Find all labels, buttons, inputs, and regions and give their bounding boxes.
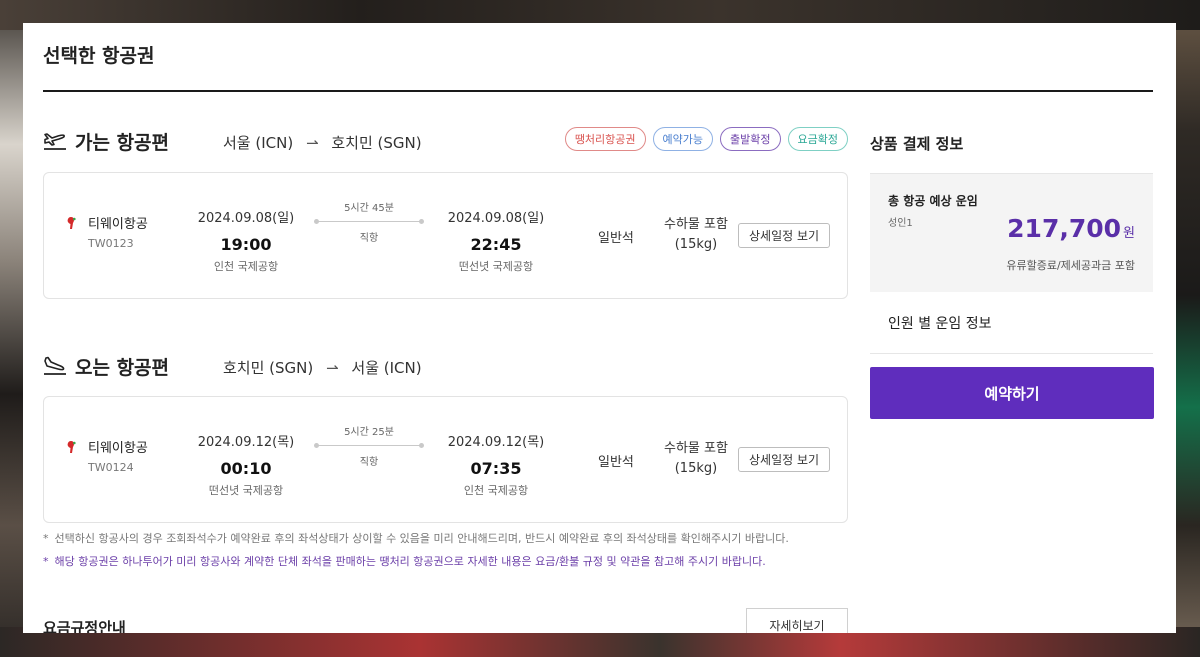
flight-duration: 5시간 45분 직항 bbox=[314, 199, 424, 244]
flight-number: TW0123 bbox=[88, 237, 134, 250]
total-fare-label: 총 항공 예상 운임 bbox=[888, 194, 978, 208]
outbound-title: 가는 항공편 bbox=[75, 132, 170, 154]
departure-airport: 떤선녓 국제공항 bbox=[208, 484, 284, 497]
departure-time: 19:00 bbox=[220, 235, 272, 254]
notice-text: 선택하신 항공사의 경우 조회좌석수가 예약완료 후의 좌석상태가 상이할 수 … bbox=[54, 532, 789, 545]
duration-line bbox=[314, 219, 424, 224]
status-badge-clearance: 땡처리항공권 bbox=[564, 127, 646, 151]
duration-line bbox=[314, 443, 424, 448]
reserve-button[interactable]: 예약하기 bbox=[870, 367, 1154, 419]
route-arrow-icon: ⇀ bbox=[305, 134, 319, 152]
arrival-time: 07:35 bbox=[470, 459, 522, 478]
fare-rules-detail-button[interactable]: 자세히보기 bbox=[746, 608, 848, 633]
duration-text: 5시간 25분 bbox=[344, 427, 394, 438]
status-badges: 땡처리항공권 예약가능 출발확정 요금확정 bbox=[564, 127, 848, 151]
inbound-destination: 서울 (ICN) bbox=[351, 359, 422, 377]
inbound-flight-card: 티웨이항공 TW0124 2024.09.12(목) 00:10 떤선녓 국제공… bbox=[43, 396, 848, 523]
duration-text: 5시간 45분 bbox=[344, 203, 394, 214]
baggage-included: 수하물 포함 bbox=[664, 441, 728, 456]
outbound-flight-card: 티웨이항공 TW0123 2024.09.08(일) 19:00 인천 국제공항… bbox=[43, 172, 848, 299]
baggage-info: 수하물 포함 (15kg) bbox=[664, 215, 728, 255]
notice-clearance-ticket: * 해당 항공권은 하나투어가 미리 항공사와 계약한 단체 좌석을 판매하는 땡… bbox=[43, 550, 789, 573]
departure-airport: 인천 국제공항 bbox=[213, 260, 279, 273]
departure-info: 2024.09.08(일) 19:00 인천 국제공항 bbox=[186, 207, 306, 274]
notice-bullet: * bbox=[43, 555, 49, 568]
flight-duration: 5시간 25분 직항 bbox=[314, 423, 424, 468]
seat-class: 일반석 bbox=[598, 231, 634, 246]
arrival-info: 2024.09.12(목) 07:35 인천 국제공항 bbox=[436, 431, 556, 498]
airline-name: 티웨이항공 bbox=[88, 217, 148, 232]
arrival-time: 22:45 bbox=[470, 235, 522, 254]
status-badge-departure-confirmed: 출발확정 bbox=[720, 127, 781, 151]
takeoff-plane-icon bbox=[44, 133, 66, 150]
per-passenger-fare-row[interactable]: 인원 별 운임 정보 bbox=[870, 291, 1153, 354]
inbound-route: 호치민 (SGN) ⇀ 서울 (ICN) bbox=[223, 357, 422, 378]
status-badge-fare-confirmed: 요금확정 bbox=[787, 127, 848, 151]
inbound-origin: 호치민 (SGN) bbox=[223, 359, 314, 377]
notice-text: 해당 항공권은 하나투어가 미리 항공사와 계약한 단체 좌석을 판매하는 땡처… bbox=[54, 555, 766, 568]
baggage-weight: (15kg) bbox=[674, 237, 718, 252]
detail-schedule-button[interactable]: 상세일정 보기 bbox=[738, 223, 831, 248]
tway-logo-icon bbox=[67, 441, 76, 453]
per-passenger-fare-label: 인원 별 운임 정보 bbox=[888, 316, 992, 332]
price-currency: 원 bbox=[1123, 226, 1135, 241]
seat-class: 일반석 bbox=[598, 455, 634, 470]
outbound-origin: 서울 (ICN) bbox=[223, 134, 294, 152]
route-arrow-icon: ⇀ bbox=[326, 359, 339, 377]
passenger-count: 성인1 bbox=[888, 218, 913, 229]
notice-bullet: * bbox=[43, 532, 49, 545]
tway-logo-icon bbox=[67, 217, 76, 229]
outbound-destination: 호치민 (SGN) bbox=[331, 134, 422, 152]
notice-list: * 선택하신 항공사의 경우 조회좌석수가 예약완료 후의 좌석상태가 상이할 수… bbox=[43, 527, 789, 573]
flight-type: 직항 bbox=[359, 457, 379, 468]
notice-seat-status: * 선택하신 항공사의 경우 조회좌석수가 예약완료 후의 좌석상태가 상이할 수… bbox=[43, 527, 789, 550]
payment-info-title: 상품 결제 정보 bbox=[870, 135, 964, 153]
selected-ticket-panel: 선택한 항공권 가는 항공편 서울 (ICN) ⇀ 호치민 (SGN) 땡처리항… bbox=[23, 23, 1176, 633]
price-amount: 217,700 bbox=[1007, 214, 1122, 243]
flight-number: TW0124 bbox=[88, 461, 134, 474]
arrival-airport: 인천 국제공항 bbox=[463, 484, 529, 497]
landing-plane-icon bbox=[44, 356, 66, 375]
arrival-date: 2024.09.08(일) bbox=[447, 211, 545, 226]
fare-rules-title: 요금규정안내 bbox=[43, 619, 126, 633]
total-fare-box: 총 항공 예상 운임 성인1 217,700 원 유류할증료/제세공과금 포함 bbox=[870, 173, 1153, 292]
arrival-info: 2024.09.08(일) 22:45 떤선녓 국제공항 bbox=[436, 207, 556, 274]
title-divider bbox=[43, 90, 1153, 92]
price-included-note: 유류할증료/제세공과금 포함 bbox=[1006, 259, 1135, 272]
departure-info: 2024.09.12(목) 00:10 떤선녓 국제공항 bbox=[186, 431, 306, 498]
detail-schedule-button[interactable]: 상세일정 보기 bbox=[738, 447, 831, 472]
departure-time: 00:10 bbox=[220, 459, 272, 478]
page-title: 선택한 항공권 bbox=[43, 45, 155, 67]
baggage-info: 수하물 포함 (15kg) bbox=[664, 439, 728, 479]
airline-name: 티웨이항공 bbox=[88, 441, 148, 456]
departure-date: 2024.09.08(일) bbox=[197, 211, 295, 226]
inbound-header: 오는 항공편 호치민 (SGN) ⇀ 서울 (ICN) bbox=[43, 351, 848, 381]
baggage-included: 수하물 포함 bbox=[664, 217, 728, 232]
flight-type: 직항 bbox=[359, 233, 379, 244]
status-badge-bookable: 예약가능 bbox=[652, 127, 714, 151]
outbound-route: 서울 (ICN) ⇀ 호치민 (SGN) bbox=[223, 132, 422, 153]
arrival-date: 2024.09.12(목) bbox=[447, 435, 545, 450]
outbound-header: 가는 항공편 서울 (ICN) ⇀ 호치민 (SGN) 땡처리항공권 예약가능 … bbox=[43, 126, 848, 156]
departure-date: 2024.09.12(목) bbox=[197, 435, 295, 450]
arrival-airport: 떤선녓 국제공항 bbox=[458, 260, 534, 273]
baggage-weight: (15kg) bbox=[674, 461, 718, 476]
total-price: 217,700 원 bbox=[1007, 214, 1135, 243]
inbound-title: 오는 항공편 bbox=[75, 357, 170, 379]
